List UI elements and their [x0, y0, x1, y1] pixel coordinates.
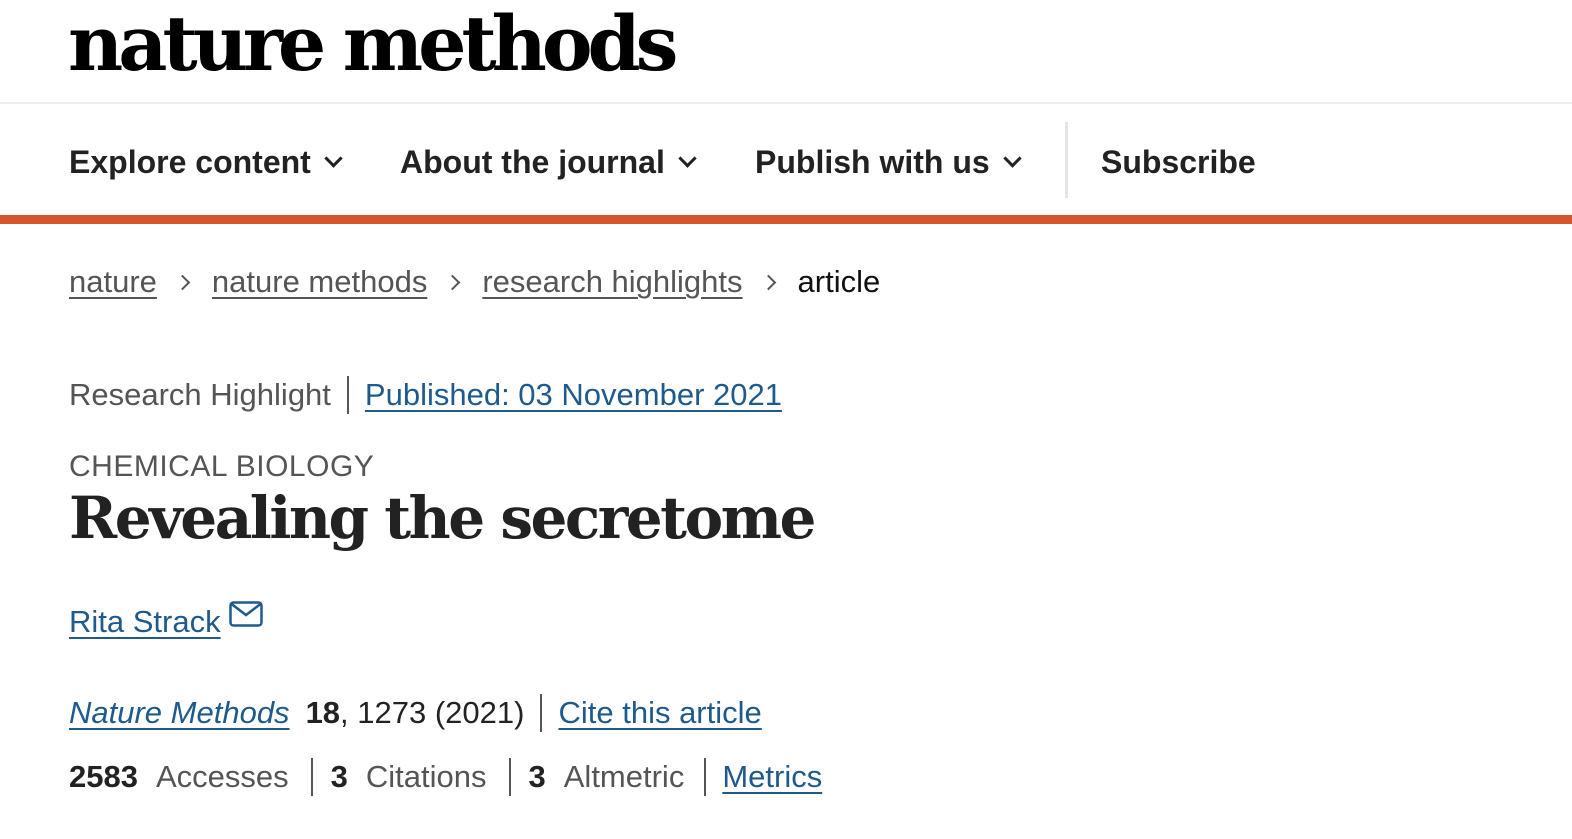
masthead: nature methods [0, 0, 1572, 104]
divider [310, 758, 313, 796]
citations-count: 3 [330, 759, 348, 794]
citations-label: Citations [365, 759, 487, 794]
journal-link[interactable]: Nature Methods [69, 695, 290, 731]
subscribe-link[interactable]: Subscribe [1101, 144, 1256, 181]
nav-label: Explore content [69, 144, 311, 180]
citation-info: Nature Methods 18 , 1273 (2021) Cite thi… [69, 694, 762, 732]
altmetric-label: Altmetric [563, 759, 685, 794]
divider [704, 758, 707, 796]
nav-label: About the journal [400, 144, 665, 180]
nav-about-journal[interactable]: About the journal [400, 144, 697, 181]
divider [508, 758, 511, 796]
article-subject: CHEMICAL BIOLOGY [69, 450, 375, 483]
accesses-count: 2583 [69, 759, 138, 794]
article-metrics: 2583 Accesses 3 Citations 3 Altmetric Me… [69, 758, 822, 796]
cite-article-link[interactable]: Cite this article [558, 695, 761, 731]
breadcrumb: nature nature methods research highlight… [69, 264, 880, 300]
accesses-label: Accesses [155, 759, 289, 794]
chevron-down-icon [678, 149, 697, 168]
breadcrumb-research-highlights[interactable]: research highlights [482, 264, 742, 300]
metrics-link[interactable]: Metrics [722, 759, 822, 795]
volume: 18 [305, 695, 341, 730]
breadcrumb-nature-methods[interactable]: nature methods [212, 264, 427, 300]
chevron-right-icon [445, 274, 461, 290]
chevron-down-icon [324, 149, 343, 168]
nav-divider [1065, 122, 1068, 198]
article-type: Research Highlight [69, 377, 331, 412]
site-logo[interactable]: nature methods [68, 2, 678, 86]
published-date-link[interactable]: Published: 03 November 2021 [365, 377, 782, 413]
breadcrumb-nature[interactable]: nature [69, 264, 157, 300]
chevron-down-icon [1002, 149, 1022, 168]
article-title: Revealing the secretome [69, 484, 816, 552]
author-link[interactable]: Rita Strack [69, 604, 221, 640]
mail-icon[interactable] [228, 599, 263, 635]
nav-label: Publish with us [755, 144, 990, 180]
nav-publish-with-us[interactable]: Publish with us [755, 144, 1022, 181]
main-nav: Explore content About the journal Publis… [0, 104, 1572, 224]
nav-explore-content[interactable]: Explore content [69, 144, 343, 181]
breadcrumb-current: article [797, 264, 881, 299]
author-list: Rita Strack [69, 601, 263, 640]
altmetric-count: 3 [528, 759, 546, 794]
article-meta: Research Highlight Published: 03 Novembe… [69, 376, 782, 414]
chevron-right-icon [174, 274, 191, 290]
divider [346, 376, 349, 414]
pages-year: , 1273 (2021) [340, 695, 525, 730]
divider [540, 694, 543, 732]
chevron-right-icon [760, 274, 776, 290]
